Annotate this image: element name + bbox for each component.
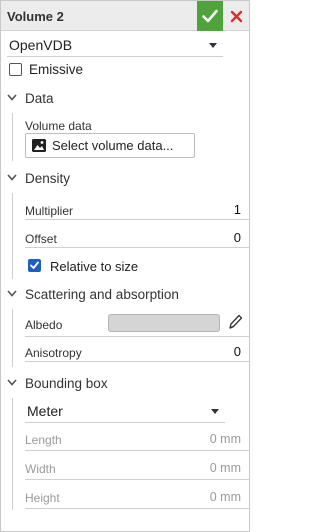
multiplier-label: Multiplier — [25, 204, 74, 218]
select-volume-data-label: Select volume data... — [52, 138, 174, 153]
offset-input[interactable]: 0 — [234, 230, 241, 245]
data-section-title: Data — [25, 91, 54, 106]
chevron-down-icon — [7, 290, 17, 297]
check-icon — [202, 9, 218, 23]
length-underline — [25, 450, 249, 451]
confirm-button[interactable] — [197, 1, 223, 31]
chevron-down-icon — [211, 409, 219, 414]
data-section-header[interactable]: Data — [1, 87, 249, 111]
unit-dropdown[interactable]: Meter — [25, 399, 225, 423]
scattering-section-title: Scattering and absorption — [25, 287, 179, 302]
chevron-down-icon — [7, 379, 17, 386]
height-underline — [25, 508, 249, 509]
section-divider — [12, 113, 13, 161]
volume-properties-panel: Volume 2 OpenVDB Emissive Data Volume da… — [0, 0, 250, 532]
panel-header: Volume 2 — [1, 1, 249, 31]
offset-label: Offset — [25, 232, 57, 246]
offset-underline — [25, 247, 249, 248]
density-section-title: Density — [25, 171, 71, 186]
multiplier-input[interactable]: 1 — [234, 202, 241, 217]
renderer-selected: OpenVDB — [9, 37, 73, 53]
section-divider — [12, 193, 13, 279]
length-label: Length — [25, 433, 62, 447]
chevron-down-icon — [7, 94, 17, 101]
relative-to-size-checkbox[interactable] — [28, 259, 41, 272]
albedo-color-swatch[interactable] — [108, 314, 220, 332]
anisotropy-underline — [25, 361, 249, 362]
renderer-dropdown[interactable]: OpenVDB — [7, 33, 223, 57]
bounding-box-section-header[interactable]: Bounding box — [1, 372, 249, 396]
anisotropy-input[interactable]: 0 — [234, 344, 241, 359]
panel-title: Volume 2 — [7, 9, 64, 24]
relative-to-size-label: Relative to size — [50, 259, 139, 274]
chevron-down-icon — [7, 174, 17, 181]
close-icon — [230, 10, 242, 22]
pencil-icon[interactable] — [227, 313, 243, 331]
height-label: Height — [25, 491, 60, 505]
chevron-down-icon — [209, 43, 217, 48]
bounding-box-section-title: Bounding box — [25, 376, 108, 391]
cancel-button[interactable] — [223, 1, 249, 31]
height-input[interactable]: 0 mm — [210, 490, 241, 504]
emissive-label: Emissive — [29, 62, 84, 77]
width-input[interactable]: 0 mm — [210, 461, 241, 475]
anisotropy-label: Anisotropy — [25, 346, 82, 360]
density-section-header[interactable]: Density — [1, 167, 249, 191]
length-input[interactable]: 0 mm — [210, 432, 241, 446]
image-icon — [32, 139, 46, 152]
width-label: Width — [25, 462, 56, 476]
check-icon — [30, 261, 39, 269]
volume-data-label: Volume data — [25, 119, 92, 133]
albedo-underline — [25, 336, 249, 337]
unit-selected: Meter — [27, 403, 63, 419]
emissive-checkbox[interactable] — [9, 63, 22, 76]
section-divider — [12, 309, 13, 367]
select-volume-data-button[interactable]: Select volume data... — [25, 133, 195, 158]
scattering-section-header[interactable]: Scattering and absorption — [1, 283, 249, 307]
albedo-label: Albedo — [25, 318, 63, 332]
section-divider — [12, 398, 13, 510]
multiplier-underline — [25, 219, 249, 220]
width-underline — [25, 479, 249, 480]
